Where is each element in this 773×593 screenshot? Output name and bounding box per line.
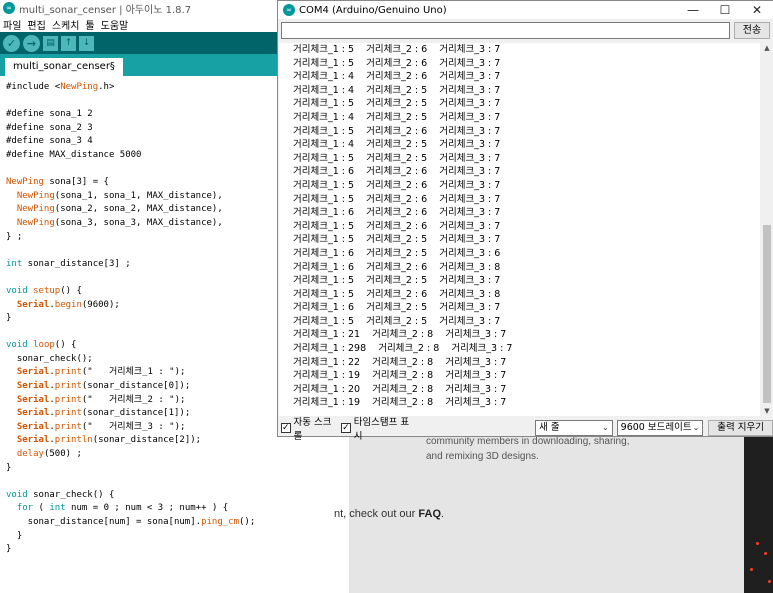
serial-output-line: 거리체크_1 : 5 거리체크_2 : 5 거리체크_3 : 7 [293, 275, 501, 287]
send-button[interactable]: 전송 [734, 22, 770, 39]
baud-rate-value: 9600 보드레이트 [620, 421, 692, 433]
serial-output-line: 거리체크_1 : 22 거리체크_2 : 8 거리체크_3 : 7 [293, 356, 507, 368]
chevron-down-icon: ⌄ [692, 422, 700, 432]
webpage-text-line2: and remixing 3D designs. [426, 451, 539, 462]
faq-prefix: nt, check out our [334, 508, 419, 520]
serial-output-line: 거리체크_1 : 19 거리체크_2 : 8 거리체크_3 : 7 [293, 397, 507, 409]
decor-dot [768, 580, 771, 583]
serial-bottombar: ✓ 자동 스크롤 ✓ 타임스탬프 표시 새 줄 ⌄ 9600 보드레이트 ⌄ 출력 지우… [281, 417, 773, 442]
code-line: } [6, 462, 12, 473]
send-row: 전송 [281, 22, 770, 40]
close-icon[interactable]: ✕ [741, 3, 773, 17]
scroll-down-icon[interactable]: ▼ [761, 406, 773, 416]
serial-scrollbar[interactable]: ▲ ▼ [761, 43, 773, 416]
code-line: } [6, 544, 12, 555]
serial-monitor-window: ∞ COM4 (Arduino/Genuino Uno) — ☐ ✕ 전송 거리… [277, 0, 773, 442]
serial-output-line: 거리체크_1 : 5 거리체크_2 : 5 거리체크_3 : 7 [293, 98, 501, 110]
faq-suffix: . [441, 508, 445, 520]
serial-input[interactable] [281, 22, 730, 39]
serial-output-line: 거리체크_1 : 5 거리체크_2 : 6 거리체크_3 : 7 [293, 125, 501, 137]
serial-output-line: 거리체크_1 : 5 거리체크_2 : 5 거리체크_3 : 7 [293, 315, 501, 327]
serial-title: COM4 (Arduino/Genuino Uno) [299, 4, 447, 16]
code-line: void sonar_check() { [6, 489, 115, 500]
serial-output-line: 거리체크_1 : 5 거리체크_2 : 5 거리체크_3 : 7 [293, 152, 501, 164]
webpage-dark-panel [744, 430, 773, 593]
menu-tools[interactable]: 툴 [85, 17, 94, 32]
background-webpage: community members in downloading, sharin… [334, 430, 773, 593]
new-icon[interactable]: ▤ [43, 35, 58, 51]
decor-dot [750, 568, 753, 571]
timestamp-checkbox[interactable]: ✓ 타임스탬프 표시 [341, 414, 411, 442]
serial-output-line: 거리체크_1 : 5 거리체크_2 : 6 거리체크_3 : 7 [293, 193, 501, 205]
code-line: sonar_distance[num] = sona[num].ping_cm(… [6, 517, 256, 527]
serial-output-line: 거리체크_1 : 4 거리체크_2 : 6 거리체크_3 : 7 [293, 71, 501, 83]
serial-output-line: 거리체크_1 : 5 거리체크_2 : 6 거리체크_3 : 7 [293, 179, 501, 191]
serial-output-line: 거리체크_1 : 4 거리체크_2 : 5 거리체크_3 : 7 [293, 139, 501, 151]
code-line: for ( int num = 0 ; num < 3 ; num++ ) { [16, 503, 229, 514]
webpage-faq-text: nt, check out our FAQ. [334, 508, 444, 520]
checkbox-check-icon: ✓ [341, 422, 351, 433]
verify-icon[interactable]: ✓ [3, 34, 20, 52]
window-controls: — ☐ ✕ [677, 3, 773, 17]
serial-output-line: 거리체크_1 : 19 거리체크_2 : 8 거리체크_3 : 7 [293, 370, 507, 382]
faq-link[interactable]: FAQ [418, 508, 441, 520]
minimize-icon[interactable]: — [677, 3, 709, 17]
open-icon[interactable]: ↑ [61, 35, 76, 51]
menu-file[interactable]: 파일 [3, 17, 21, 32]
serial-output-line: 거리체크_1 : 5 거리체크_2 : 6 거리체크_3 : 7 [293, 57, 501, 69]
arduino-logo-icon: ∞ [283, 4, 295, 16]
baud-rate-select[interactable]: 9600 보드레이트 ⌄ [616, 419, 704, 436]
decor-dot [756, 542, 759, 545]
maximize-icon[interactable]: ☐ [709, 3, 741, 17]
menu-edit[interactable]: 편집 [27, 17, 45, 32]
serial-output-line: 거리체크_1 : 5 거리체크_2 : 5 거리체크_3 : 7 [293, 234, 501, 246]
menu-sketch[interactable]: 스케치 [52, 17, 80, 32]
serial-output-line: 거리체크_1 : 4 거리체크_2 : 5 거리체크_3 : 7 [293, 111, 501, 123]
serial-output[interactable]: 거리체크_1 : 5 거리체크_2 : 6 거리체크_3 : 7 거리체크_1 :… [279, 43, 760, 416]
serial-output-line: 거리체크_1 : 5 거리체크_2 : 6 거리체크_3 : 8 [293, 288, 501, 300]
autoscroll-checkbox[interactable]: ✓ 자동 스크롤 [281, 414, 335, 442]
serial-output-line: 거리체크_1 : 4 거리체크_2 : 5 거리체크_3 : 7 [293, 84, 501, 96]
serial-output-line: 거리체크_1 : 5 거리체크_2 : 6 거리체크_3 : 7 [293, 44, 501, 55]
serial-output-line: 거리체크_1 : 6 거리체크_2 : 6 거리체크_3 : 7 [293, 166, 501, 178]
timestamp-label: 타임스탬프 표시 [353, 416, 410, 442]
serial-output-line: 거리체크_1 : 298 거리체크_2 : 8 거리체크_3 : 7 [293, 343, 513, 355]
scroll-up-icon[interactable]: ▲ [761, 43, 773, 53]
chevron-down-icon: ⌄ [601, 422, 609, 432]
serial-output-line: 거리체크_1 : 6 거리체크_2 : 5 거리체크_3 : 6 [293, 247, 501, 259]
save-icon[interactable]: ↓ [79, 35, 94, 51]
arduino-logo-icon: ∞ [3, 2, 15, 14]
serial-output-line: 거리체크_1 : 6 거리체크_2 : 6 거리체크_3 : 7 [293, 207, 501, 219]
scroll-thumb[interactable] [763, 225, 771, 403]
checkbox-check-icon: ✓ [281, 422, 291, 433]
serial-output-line: 거리체크_1 : 20 거리체크_2 : 8 거리체크_3 : 7 [293, 383, 507, 395]
tab-sketch[interactable]: multi_sonar_censer§ [5, 58, 123, 76]
line-ending-select[interactable]: 새 줄 ⌄ [535, 419, 613, 436]
code-line: } [6, 530, 23, 541]
code-line: delay(500) ; [16, 449, 82, 460]
serial-titlebar: ∞ COM4 (Arduino/Genuino Uno) — ☐ ✕ [278, 1, 773, 19]
decor-dot [764, 552, 767, 555]
serial-output-line: 거리체크_1 : 5 거리체크_2 : 6 거리체크_3 : 7 [293, 220, 501, 232]
line-ending-value: 새 줄 [539, 421, 560, 433]
serial-output-line: 거리체크_1 : 21 거리체크_2 : 8 거리체크_3 : 7 [293, 329, 507, 341]
autoscroll-label: 자동 스크롤 [293, 416, 332, 442]
menu-help[interactable]: 도움말 [101, 17, 129, 32]
serial-output-line: 거리체크_1 : 6 거리체크_2 : 6 거리체크_3 : 8 [293, 261, 501, 273]
upload-icon[interactable]: → [23, 34, 40, 52]
serial-output-line: 거리체크_1 : 6 거리체크_2 : 5 거리체크_3 : 7 [293, 302, 501, 314]
clear-output-button[interactable]: 출력 지우기 [708, 419, 773, 436]
webpage-text-line1: community members in downloading, sharin… [426, 436, 630, 447]
ide-title: multi_sonar_censer | 아두이노 1.8.7 [19, 4, 192, 16]
